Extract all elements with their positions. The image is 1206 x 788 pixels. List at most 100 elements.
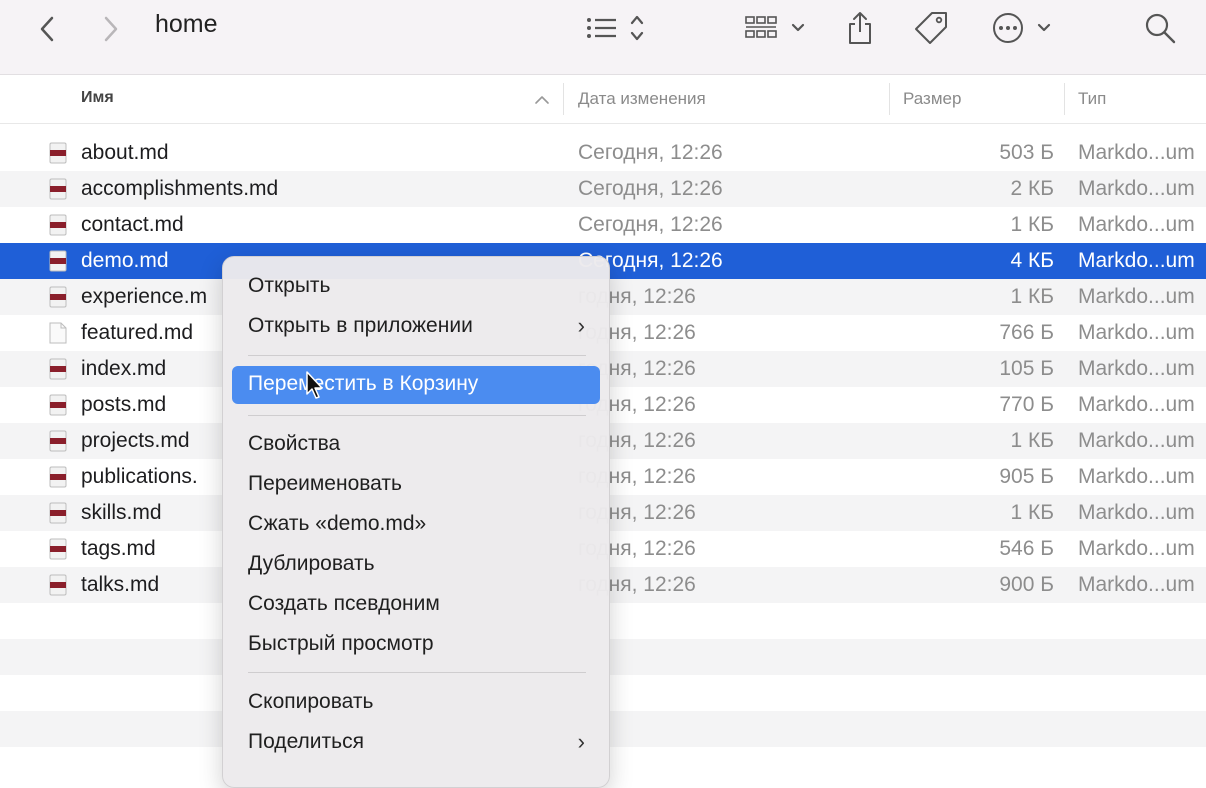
file-kind: Markdo...um [1078,429,1195,452]
file-name: demo.md [81,249,169,272]
menu-item-make-alias[interactable]: Создать псевдоним [248,592,440,616]
menu-item-compress[interactable]: Сжать «demo.md» [248,512,426,536]
markdown-file-icon [49,358,67,380]
more-actions-button[interactable] [986,10,1056,46]
file-size: 770 Б [999,393,1054,416]
file-date: Сегодня, 12:26 [578,141,723,164]
file-size: 900 Б [999,573,1054,596]
toolbar: home [0,0,1206,75]
file-kind: Markdo...um [1078,465,1195,488]
menu-item-open-with[interactable]: Открыть в приложении [248,314,473,338]
column-date[interactable]: Дата изменения [578,89,706,109]
markdown-file-icon [49,214,67,236]
file-size: 503 Б [999,141,1054,164]
file-size: 105 Б [999,357,1054,380]
chevron-left-icon [40,16,54,42]
menu-separator [248,415,586,416]
file-date: Сегодня, 12:26 [578,213,723,236]
generic-file-icon [49,322,67,344]
file-name: contact.md [81,213,184,236]
file-kind: Markdo...um [1078,285,1195,308]
share-button[interactable] [842,8,878,48]
mouse-pointer-icon [306,371,323,399]
file-row[interactable]: about.md Сегодня, 12:26 503 Б Markdo...u… [0,135,1206,171]
file-size: 1 КБ [1010,501,1054,524]
file-name: featured.md [81,321,194,344]
file-kind: Markdo...um [1078,357,1195,380]
list-view-icon [587,15,644,41]
file-kind: Markdo...um [1078,501,1195,524]
markdown-file-icon [49,286,67,308]
file-name: index.md [81,357,167,380]
file-name: skills.md [81,501,162,524]
window-title: home [155,10,218,38]
file-size: 766 Б [999,321,1054,344]
file-kind: Markdo...um [1078,213,1195,236]
menu-item-move-to-trash[interactable]: Переместить в Корзину [232,366,600,404]
more-actions-icon [993,13,1051,43]
menu-item-duplicate[interactable]: Дублировать [248,552,375,576]
file-name: posts.md [81,393,167,416]
markdown-file-icon [49,250,67,272]
file-date: Сегодня, 12:26 [578,177,723,200]
file-name: experience.m [81,285,208,308]
grid-view-icon [745,16,805,38]
sort-ascending-icon [535,96,549,104]
submenu-chevron-icon: › [577,313,585,338]
markdown-file-icon [49,502,67,524]
markdown-file-icon [49,430,67,452]
tag-icon [915,12,947,44]
column-divider[interactable] [889,83,890,115]
file-name: accomplishments.md [81,177,279,200]
back-button[interactable] [30,12,64,46]
file-size: 1 КБ [1010,213,1054,236]
file-size: 546 Б [999,537,1054,560]
markdown-file-icon [49,178,67,200]
submenu-chevron-icon: › [577,729,585,754]
file-kind: Markdo...um [1078,249,1195,272]
file-kind: Markdo...um [1078,321,1195,344]
file-kind: Markdo...um [1078,573,1195,596]
markdown-file-icon [49,142,67,164]
column-divider[interactable] [563,83,564,115]
file-name: tags.md [81,537,156,560]
chevron-right-icon [104,16,118,42]
file-name: talks.md [81,573,160,596]
file-kind: Markdo...um [1078,177,1195,200]
markdown-file-icon [49,574,67,596]
column-name[interactable]: Имя [81,89,114,107]
markdown-file-icon [49,394,67,416]
file-row[interactable]: contact.md Сегодня, 12:26 1 КБ Markdo...… [0,207,1206,243]
menu-item-share[interactable]: Поделиться [248,730,364,754]
forward-button[interactable] [94,12,128,46]
search-button[interactable] [1140,8,1180,48]
column-header: Имя Дата изменения Размер Тип [0,75,1206,124]
file-row[interactable]: accomplishments.md Сегодня, 12:26 2 КБ M… [0,171,1206,207]
menu-item-rename[interactable]: Переименовать [248,472,402,496]
file-size: 905 Б [999,465,1054,488]
menu-item-quick-look[interactable]: Быстрый просмотр [248,632,434,656]
column-divider[interactable] [1064,83,1065,115]
file-kind: Markdo...um [1078,393,1195,416]
markdown-file-icon [49,466,67,488]
file-name: about.md [81,141,169,164]
menu-item-copy[interactable]: Скопировать [248,690,373,714]
menu-item-get-info[interactable]: Свойства [248,432,340,456]
group-by-button[interactable] [740,10,810,46]
file-kind: Markdo...um [1078,141,1195,164]
file-size: 2 КБ [1010,177,1054,200]
tags-button[interactable] [910,8,952,48]
file-size: 1 КБ [1010,429,1054,452]
menu-separator [248,672,586,673]
menu-item-label: Переместить в Корзину [248,372,479,395]
column-kind[interactable]: Тип [1078,89,1106,109]
file-size: 1 КБ [1010,285,1054,308]
markdown-file-icon [49,538,67,560]
menu-separator [248,355,586,356]
file-name: publications. [81,465,198,488]
file-kind: Markdo...um [1078,537,1195,560]
menu-item-open[interactable]: Открыть [248,274,330,298]
column-size[interactable]: Размер [903,89,961,109]
view-mode-list-button[interactable] [580,10,650,46]
share-icon [849,12,871,44]
